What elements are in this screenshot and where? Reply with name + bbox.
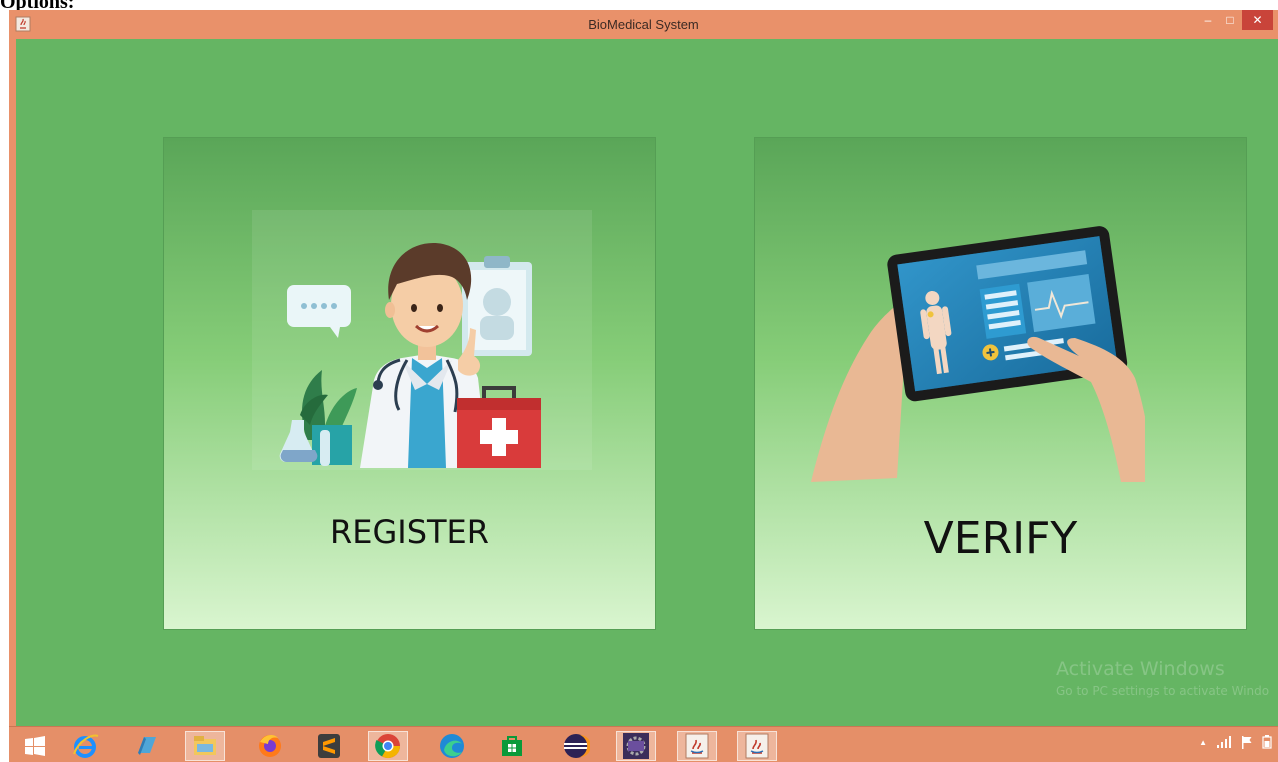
verify-button[interactable]: VERIFY	[755, 138, 1246, 629]
internet-explorer-icon[interactable]	[65, 731, 105, 761]
activation-watermark: Activate Windows Go to PC settings to ac…	[1056, 658, 1269, 698]
sublime-text-icon[interactable]	[309, 731, 349, 761]
edge-icon[interactable]	[432, 731, 472, 761]
windows-explorer-icon[interactable]	[127, 731, 167, 761]
java-app-icon[interactable]	[737, 731, 777, 761]
signal-icon[interactable]	[1216, 736, 1232, 748]
doctor-illustration	[252, 210, 592, 470]
battery-icon[interactable]	[1262, 735, 1272, 749]
firefox-icon[interactable]	[250, 731, 290, 761]
window-title: BioMedical System	[588, 17, 699, 32]
minimize-button[interactable]: –	[1197, 10, 1219, 30]
tray-caret-icon[interactable]: ▲	[1199, 738, 1207, 747]
taskbar: ▲	[9, 726, 1278, 762]
tablet-illustration	[811, 226, 1145, 482]
file-manager-icon[interactable]	[185, 731, 225, 761]
start-icon[interactable]	[15, 731, 55, 761]
chrome-icon[interactable]	[368, 731, 408, 761]
verify-label: VERIFY	[923, 513, 1078, 564]
eclipse-icon[interactable]	[556, 731, 596, 761]
watermark-title: Activate Windows	[1056, 658, 1225, 680]
title-bar[interactable]: BioMedical System – □ ✕	[9, 10, 1278, 39]
store-icon[interactable]	[492, 731, 532, 761]
maximize-button[interactable]: □	[1219, 10, 1241, 30]
watermark-subtitle: Go to PC settings to activate Windo	[1056, 684, 1270, 698]
register-button[interactable]: REGISTER	[164, 138, 655, 629]
flag-icon[interactable]	[1241, 735, 1253, 749]
register-label: REGISTER	[330, 513, 489, 551]
system-tray: ▲	[1199, 735, 1272, 749]
app-window: BioMedical System – □ ✕ REGISTER VERIFY …	[9, 10, 1278, 762]
main-panel: REGISTER VERIFY Activate Windows Go to P…	[16, 39, 1278, 726]
close-button[interactable]: ✕	[1242, 10, 1273, 30]
java-app-icon[interactable]	[677, 731, 717, 761]
java-ee-ide-icon[interactable]	[616, 731, 656, 761]
